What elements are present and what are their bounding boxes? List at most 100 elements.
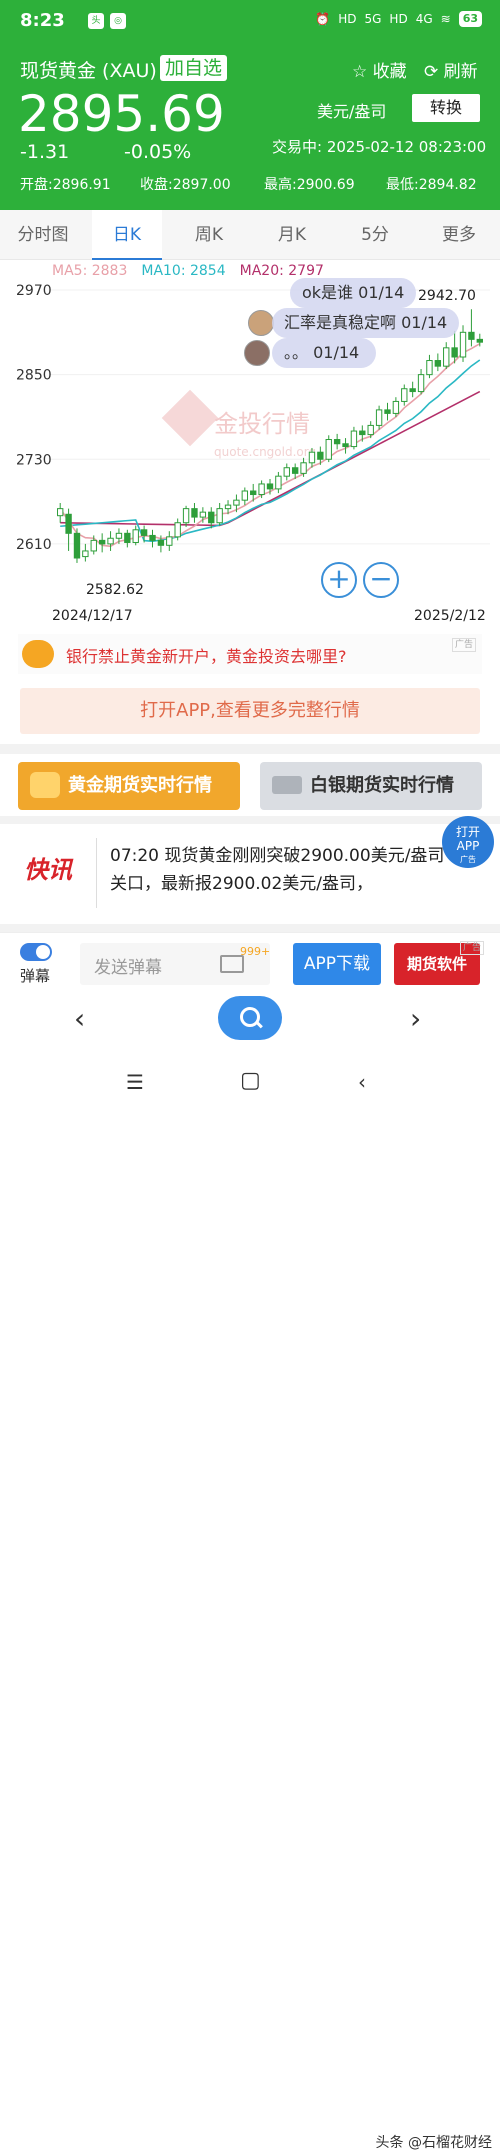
candle-body: [392, 400, 400, 414]
user-avatar: [244, 340, 270, 366]
candle: [468, 309, 475, 347]
search-button[interactable]: [218, 996, 282, 1040]
news-body: 07:20 现货黄金刚刚突破2900.00美元/盎司关口，最新报2900.02美…: [110, 846, 445, 894]
silver-futures-label: 白银期货实时行情: [310, 775, 454, 796]
wifi-icon: ≋: [440, 12, 451, 26]
news-flash[interactable]: 快讯 07:20 现货黄金刚刚突破2900.00美元/盎司关口，最新报2900.…: [0, 824, 500, 924]
candle: [325, 435, 332, 463]
y-tick-label: 2610: [16, 537, 52, 553]
candle-body: [191, 508, 198, 518]
candle-body: [157, 539, 165, 546]
divider: [96, 838, 97, 908]
min-price-label: 2582.62: [86, 582, 144, 598]
back-arrow-icon[interactable]: ‹: [74, 1002, 85, 1035]
ad-banner[interactable]: 银行禁止黄金新开户，黄金投资去哪里? 广告: [18, 634, 482, 674]
candle-body: [73, 532, 81, 559]
tab-weekly-k[interactable]: 周K: [174, 210, 244, 260]
candle-body: [124, 532, 131, 543]
y-tick-label: 2850: [16, 368, 52, 384]
forward-arrow-icon[interactable]: ›: [410, 1002, 421, 1035]
candle-body: [216, 508, 223, 524]
back-icon[interactable]: ‹: [358, 1070, 366, 1094]
candle-body: [300, 462, 307, 474]
watermark-url: quote.cngold.org: [214, 445, 316, 459]
candle: [166, 531, 173, 551]
last-price: 2895.69: [18, 85, 225, 143]
app-download-button[interactable]: APP下载: [293, 943, 381, 985]
zoom-out-button[interactable]: −: [363, 562, 399, 598]
zoom-in-button[interactable]: +: [321, 562, 357, 598]
candle: [98, 533, 106, 553]
user-avatar: [248, 310, 274, 336]
candle-body: [359, 430, 366, 436]
candle: [132, 525, 139, 546]
refresh-button[interactable]: ⟳ 刷新: [424, 57, 478, 82]
tab-intraday[interactable]: 分时图: [8, 210, 78, 260]
candle-body: [174, 522, 181, 538]
danmu-toggle[interactable]: [20, 943, 52, 961]
candle: [283, 463, 290, 481]
tab-more[interactable]: 更多: [424, 210, 494, 260]
candle-body: [266, 483, 274, 490]
max-price-label: 2942.70: [418, 288, 476, 304]
candle: [241, 487, 249, 506]
danmu-placeholder: 发送弹幕: [94, 958, 162, 978]
recent-apps-icon[interactable]: ☰: [126, 1070, 144, 1094]
silver-futures-button[interactable]: 白银期货实时行情: [260, 762, 482, 810]
danmu-bubble: 。。 01/14: [272, 338, 376, 368]
high-price: 最高:2900.69: [264, 177, 355, 193]
candle-body: [90, 539, 97, 552]
system-nav: ☰ ▢ ‹ 头条 @石榴花财经: [0, 1050, 500, 2151]
danmu-input[interactable]: 发送弹幕 999+: [80, 943, 270, 985]
low-price: 最低:2894.82: [386, 177, 477, 193]
tab-monthly-k[interactable]: 月K: [257, 210, 327, 260]
y-tick-label: 2730: [16, 452, 52, 468]
candle-body: [367, 424, 374, 436]
hd-indicator-2: HD: [389, 12, 408, 26]
favorite-button[interactable]: ☆ 收藏: [352, 57, 407, 82]
chart-tabs: 分时图 日K 周K 月K 5分 更多: [0, 210, 500, 260]
hd-indicator: HD: [338, 12, 357, 26]
candle-body: [182, 508, 190, 524]
candle-body: [224, 504, 232, 510]
candle: [216, 502, 223, 526]
tab-daily-k[interactable]: 日K: [92, 210, 162, 260]
add-watchlist-button[interactable]: 加自选: [160, 55, 228, 81]
candle-body: [65, 513, 72, 534]
candle-body: [140, 529, 148, 536]
candle-body: [426, 360, 433, 376]
footer-credit: 头条 @石榴花财经: [375, 2135, 492, 2151]
quote-header: 现货黄金 (XAU) 加自选 ☆ 收藏 ⟳ 刷新 2895.69 美元/盎司 转…: [0, 44, 500, 210]
tab-5min[interactable]: 5分: [340, 210, 410, 260]
bottom-action-bar: 弹幕 发送弹幕 999+ APP下载 期货软件 广告: [0, 932, 500, 996]
floating-open-app-button[interactable]: 打开 APP 广告: [442, 816, 494, 868]
candle-body: [250, 490, 257, 496]
candle-body: [459, 331, 467, 358]
float-ad-tag: 广告: [460, 855, 476, 864]
convert-button[interactable]: 转换: [412, 94, 480, 122]
trade-status: 交易中: 2025-02-12 08:23:00: [272, 138, 487, 156]
home-icon[interactable]: ▢: [240, 1068, 261, 1093]
silver-bar-icon: [272, 776, 302, 794]
candle: [182, 505, 190, 527]
danmu-label: 弹幕: [20, 967, 51, 985]
candle-body: [476, 338, 483, 343]
candle-body: [401, 388, 408, 402]
price-change: -1.31: [20, 141, 70, 163]
section-divider: [0, 744, 500, 754]
candle-body: [342, 443, 349, 448]
battery-icon: 63: [458, 11, 482, 27]
candle-body: [350, 430, 358, 448]
alarm-icon: ⏰: [315, 12, 331, 26]
toutiao-icon: 头: [88, 13, 104, 29]
candle: [443, 342, 450, 369]
candle: [57, 502, 64, 523]
candle: [350, 426, 358, 450]
gold-futures-button[interactable]: 黄金期货实时行情: [18, 762, 240, 810]
danmu-bubble: 汇率是真稳定啊 01/14: [272, 308, 460, 338]
ma10-label: MA10: 2854: [141, 263, 226, 279]
candle-body: [132, 529, 139, 543]
megaphone-icon: [22, 640, 54, 668]
candle-body: [258, 483, 265, 496]
open-app-button[interactable]: 打开APP,查看更多完整行情: [20, 688, 480, 734]
